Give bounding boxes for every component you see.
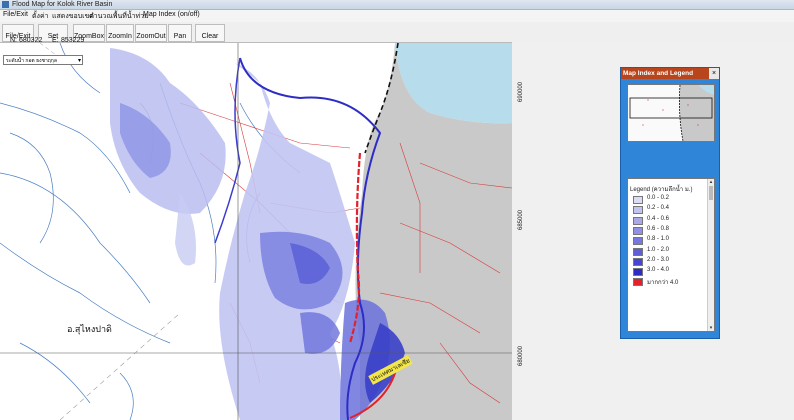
- legend-swatch: [633, 278, 643, 287]
- legend-swatch: [633, 216, 643, 225]
- layer-dropdown-value: ระดับน้ำ กอต ธงชาฤกุล: [6, 58, 57, 64]
- window-title: Flood Map for Kolok River Basin: [12, 1, 113, 8]
- legend-label: 0.2 - 0.4: [647, 205, 670, 212]
- map-index-legend-panel: Map Index and Legend × Legend (ความลึกน้…: [620, 67, 720, 339]
- zoom-out-button[interactable]: ZoomOut: [135, 24, 167, 42]
- menu-map-index-toggle[interactable]: Map Index (on/off): [143, 11, 200, 18]
- legend-label: 0.0 - 0.2: [647, 195, 670, 201]
- legend-label: มากกว่า 4.0: [647, 280, 679, 287]
- legend-label: 0.6 - 0.8: [647, 225, 670, 232]
- title-bar: Flood Map for Kolok River Basin: [0, 0, 794, 10]
- legend-scrollbar[interactable]: ▴ ▾: [707, 179, 714, 331]
- scroll-up-icon[interactable]: ▴: [708, 179, 714, 185]
- legend-label: 1.0 - 2.0: [647, 246, 670, 253]
- chevron-down-icon[interactable]: ▾: [78, 56, 81, 66]
- menu-file-exit[interactable]: File/Exit: [3, 11, 28, 18]
- scroll-thumb[interactable]: [709, 186, 713, 200]
- app-icon: [2, 1, 9, 8]
- legend-swatch: [633, 237, 643, 246]
- map-canvas[interactable]: ระดับน้ำ กอต ธงชาฤกุล ▾ อ.สุไหงปาดิ ประเ…: [0, 42, 512, 420]
- menu-calc-flood-area[interactable]: คำนวณพื้นที่น้ำท่วม: [89, 11, 149, 22]
- grid-label-top: 690000: [518, 81, 524, 102]
- menu-settings[interactable]: ตั้งค่า: [32, 11, 49, 22]
- toolbar: File/Exit Set Scale ZoomBox ZoomIn ZoomO…: [0, 22, 794, 64]
- legend-swatch: [633, 196, 643, 204]
- close-icon[interactable]: ×: [709, 68, 719, 79]
- flood-map[interactable]: [0, 43, 512, 420]
- layer-dropdown[interactable]: ระดับน้ำ กอต ธงชาฤกุล ▾: [3, 55, 83, 65]
- legend-swatch: [633, 268, 643, 277]
- zoom-in-button[interactable]: ZoomIn: [106, 24, 134, 42]
- menu-bar: File/Exit ตั้งค่า แสดงขอบเขต คำนวณพื้นที…: [0, 10, 794, 22]
- legend-swatch: [633, 206, 643, 215]
- grid-label-bottom: 680000: [518, 345, 524, 366]
- district-label: อ.สุไหงปาดิ: [67, 324, 112, 334]
- legend-label: 3.0 - 4.0: [647, 267, 670, 274]
- overview-thumbnail: [628, 85, 714, 141]
- overview-map[interactable]: [627, 84, 715, 142]
- legend-swatch: [633, 247, 643, 256]
- pan-button[interactable]: Pan: [168, 24, 192, 42]
- grid-label-middle: 685000: [518, 209, 524, 230]
- scroll-down-icon[interactable]: ▾: [708, 325, 714, 331]
- legend-label: 0.8 - 1.0: [647, 236, 670, 243]
- legend-label: 2.0 - 3.0: [647, 256, 670, 263]
- legend-swatch: [633, 226, 643, 235]
- legend-swatch: [633, 257, 643, 266]
- menu-show-boundary[interactable]: แสดงขอบเขต: [52, 11, 94, 22]
- panel-title: Map Index and Legend: [621, 68, 709, 79]
- clear-button[interactable]: Clear: [195, 24, 225, 42]
- legend-title: Legend (ความลึกน้ำ ม.): [630, 187, 693, 193]
- legend: Legend (ความลึกน้ำ ม.) 0.0 - 0.2 0.2 - 0.…: [627, 178, 715, 332]
- legend-label: 0.4 - 0.6: [647, 215, 670, 222]
